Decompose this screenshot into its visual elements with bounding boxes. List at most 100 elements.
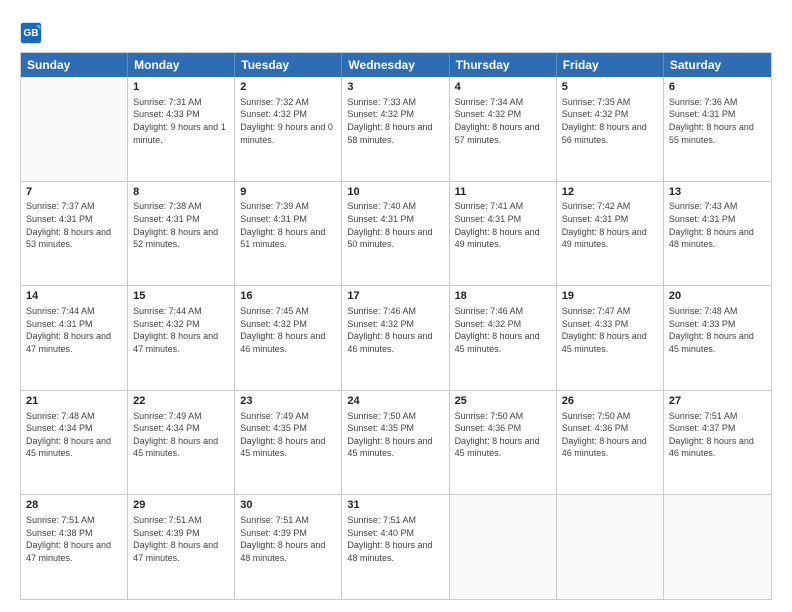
header-day-tuesday: Tuesday — [235, 53, 342, 77]
cell-info: Sunrise: 7:33 AMSunset: 4:32 PMDaylight:… — [347, 96, 443, 146]
cal-cell: 25Sunrise: 7:50 AMSunset: 4:36 PMDayligh… — [450, 391, 557, 495]
cal-cell: 31Sunrise: 7:51 AMSunset: 4:40 PMDayligh… — [342, 495, 449, 599]
day-number: 11 — [455, 185, 551, 200]
cal-cell: 28Sunrise: 7:51 AMSunset: 4:38 PMDayligh… — [21, 495, 128, 599]
cal-cell: 21Sunrise: 7:48 AMSunset: 4:34 PMDayligh… — [21, 391, 128, 495]
week-row-1: 7Sunrise: 7:37 AMSunset: 4:31 PMDaylight… — [21, 181, 771, 286]
svg-text:GB: GB — [23, 28, 38, 39]
cell-info: Sunrise: 7:50 AMSunset: 4:35 PMDaylight:… — [347, 410, 443, 460]
day-number: 18 — [455, 289, 551, 304]
cell-info: Sunrise: 7:40 AMSunset: 4:31 PMDaylight:… — [347, 200, 443, 250]
cell-info: Sunrise: 7:44 AMSunset: 4:32 PMDaylight:… — [133, 305, 229, 355]
cal-cell: 9Sunrise: 7:39 AMSunset: 4:31 PMDaylight… — [235, 182, 342, 286]
cal-cell: 10Sunrise: 7:40 AMSunset: 4:31 PMDayligh… — [342, 182, 449, 286]
cal-cell: 22Sunrise: 7:49 AMSunset: 4:34 PMDayligh… — [128, 391, 235, 495]
day-number: 16 — [240, 289, 336, 304]
cal-cell: 24Sunrise: 7:50 AMSunset: 4:35 PMDayligh… — [342, 391, 449, 495]
day-number: 8 — [133, 185, 229, 200]
cell-info: Sunrise: 7:43 AMSunset: 4:31 PMDaylight:… — [669, 200, 766, 250]
cal-cell: 7Sunrise: 7:37 AMSunset: 4:31 PMDaylight… — [21, 182, 128, 286]
header-day-thursday: Thursday — [450, 53, 557, 77]
cal-cell: 14Sunrise: 7:44 AMSunset: 4:31 PMDayligh… — [21, 286, 128, 390]
day-number: 10 — [347, 185, 443, 200]
day-number: 27 — [669, 394, 766, 409]
day-number: 4 — [455, 80, 551, 95]
day-number: 28 — [26, 498, 122, 513]
header-day-monday: Monday — [128, 53, 235, 77]
week-row-0: 1Sunrise: 7:31 AMSunset: 4:33 PMDaylight… — [21, 77, 771, 181]
cal-cell: 23Sunrise: 7:49 AMSunset: 4:35 PMDayligh… — [235, 391, 342, 495]
cell-info: Sunrise: 7:46 AMSunset: 4:32 PMDaylight:… — [347, 305, 443, 355]
day-number: 15 — [133, 289, 229, 304]
cal-cell: 6Sunrise: 7:36 AMSunset: 4:31 PMDaylight… — [664, 77, 771, 181]
cell-info: Sunrise: 7:37 AMSunset: 4:31 PMDaylight:… — [26, 200, 122, 250]
cal-cell — [664, 495, 771, 599]
day-number: 29 — [133, 498, 229, 513]
calendar-header-row: SundayMondayTuesdayWednesdayThursdayFrid… — [21, 53, 771, 77]
header-day-friday: Friday — [557, 53, 664, 77]
cell-info: Sunrise: 7:42 AMSunset: 4:31 PMDaylight:… — [562, 200, 658, 250]
cal-cell: 29Sunrise: 7:51 AMSunset: 4:39 PMDayligh… — [128, 495, 235, 599]
week-row-4: 28Sunrise: 7:51 AMSunset: 4:38 PMDayligh… — [21, 494, 771, 599]
cell-info: Sunrise: 7:49 AMSunset: 4:35 PMDaylight:… — [240, 410, 336, 460]
day-number: 24 — [347, 394, 443, 409]
cal-cell: 26Sunrise: 7:50 AMSunset: 4:36 PMDayligh… — [557, 391, 664, 495]
cal-cell: 30Sunrise: 7:51 AMSunset: 4:39 PMDayligh… — [235, 495, 342, 599]
cal-cell: 4Sunrise: 7:34 AMSunset: 4:32 PMDaylight… — [450, 77, 557, 181]
cal-cell — [557, 495, 664, 599]
day-number: 21 — [26, 394, 122, 409]
cell-info: Sunrise: 7:51 AMSunset: 4:37 PMDaylight:… — [669, 410, 766, 460]
day-number: 6 — [669, 80, 766, 95]
day-number: 14 — [26, 289, 122, 304]
day-number: 19 — [562, 289, 658, 304]
day-number: 13 — [669, 185, 766, 200]
cal-cell — [21, 77, 128, 181]
cell-info: Sunrise: 7:46 AMSunset: 4:32 PMDaylight:… — [455, 305, 551, 355]
cell-info: Sunrise: 7:51 AMSunset: 4:39 PMDaylight:… — [133, 514, 229, 564]
week-row-3: 21Sunrise: 7:48 AMSunset: 4:34 PMDayligh… — [21, 390, 771, 495]
logo: GB — [20, 22, 46, 44]
cell-info: Sunrise: 7:51 AMSunset: 4:39 PMDaylight:… — [240, 514, 336, 564]
cell-info: Sunrise: 7:48 AMSunset: 4:33 PMDaylight:… — [669, 305, 766, 355]
cal-cell: 12Sunrise: 7:42 AMSunset: 4:31 PMDayligh… — [557, 182, 664, 286]
cell-info: Sunrise: 7:50 AMSunset: 4:36 PMDaylight:… — [562, 410, 658, 460]
day-number: 20 — [669, 289, 766, 304]
day-number: 3 — [347, 80, 443, 95]
cell-info: Sunrise: 7:39 AMSunset: 4:31 PMDaylight:… — [240, 200, 336, 250]
cal-cell: 2Sunrise: 7:32 AMSunset: 4:32 PMDaylight… — [235, 77, 342, 181]
cal-cell: 5Sunrise: 7:35 AMSunset: 4:32 PMDaylight… — [557, 77, 664, 181]
day-number: 31 — [347, 498, 443, 513]
header-day-wednesday: Wednesday — [342, 53, 449, 77]
cell-info: Sunrise: 7:47 AMSunset: 4:33 PMDaylight:… — [562, 305, 658, 355]
cell-info: Sunrise: 7:50 AMSunset: 4:36 PMDaylight:… — [455, 410, 551, 460]
cell-info: Sunrise: 7:45 AMSunset: 4:32 PMDaylight:… — [240, 305, 336, 355]
cell-info: Sunrise: 7:31 AMSunset: 4:33 PMDaylight:… — [133, 96, 229, 146]
header: GB — [20, 18, 772, 44]
day-number: 22 — [133, 394, 229, 409]
week-row-2: 14Sunrise: 7:44 AMSunset: 4:31 PMDayligh… — [21, 285, 771, 390]
day-number: 26 — [562, 394, 658, 409]
cell-info: Sunrise: 7:51 AMSunset: 4:38 PMDaylight:… — [26, 514, 122, 564]
cell-info: Sunrise: 7:51 AMSunset: 4:40 PMDaylight:… — [347, 514, 443, 564]
header-day-saturday: Saturday — [664, 53, 771, 77]
cal-cell: 15Sunrise: 7:44 AMSunset: 4:32 PMDayligh… — [128, 286, 235, 390]
cal-cell: 20Sunrise: 7:48 AMSunset: 4:33 PMDayligh… — [664, 286, 771, 390]
day-number: 5 — [562, 80, 658, 95]
cal-cell — [450, 495, 557, 599]
cell-info: Sunrise: 7:34 AMSunset: 4:32 PMDaylight:… — [455, 96, 551, 146]
cell-info: Sunrise: 7:32 AMSunset: 4:32 PMDaylight:… — [240, 96, 336, 146]
cal-cell: 3Sunrise: 7:33 AMSunset: 4:32 PMDaylight… — [342, 77, 449, 181]
day-number: 25 — [455, 394, 551, 409]
day-number: 12 — [562, 185, 658, 200]
logo-icon: GB — [20, 22, 42, 44]
cal-cell: 16Sunrise: 7:45 AMSunset: 4:32 PMDayligh… — [235, 286, 342, 390]
cal-cell: 11Sunrise: 7:41 AMSunset: 4:31 PMDayligh… — [450, 182, 557, 286]
cal-cell: 18Sunrise: 7:46 AMSunset: 4:32 PMDayligh… — [450, 286, 557, 390]
cal-cell: 1Sunrise: 7:31 AMSunset: 4:33 PMDaylight… — [128, 77, 235, 181]
day-number: 9 — [240, 185, 336, 200]
cell-info: Sunrise: 7:49 AMSunset: 4:34 PMDaylight:… — [133, 410, 229, 460]
cell-info: Sunrise: 7:41 AMSunset: 4:31 PMDaylight:… — [455, 200, 551, 250]
day-number: 17 — [347, 289, 443, 304]
cell-info: Sunrise: 7:35 AMSunset: 4:32 PMDaylight:… — [562, 96, 658, 146]
calendar-body: 1Sunrise: 7:31 AMSunset: 4:33 PMDaylight… — [21, 77, 771, 599]
